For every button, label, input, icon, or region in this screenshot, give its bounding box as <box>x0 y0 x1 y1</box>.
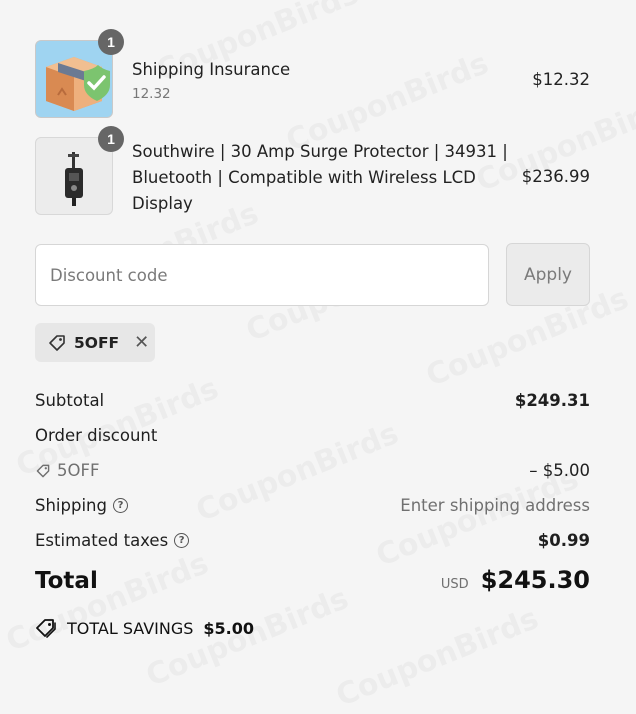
quantity-badge: 1 <box>98 29 124 55</box>
product-thumbnail: 1 <box>35 29 124 118</box>
surge-protector-icon <box>65 152 83 206</box>
item-title-line: Bluetooth | Compatible with Wireless LCD <box>132 168 476 187</box>
subtotal-value: $249.31 <box>514 391 590 410</box>
shipping-label: Shipping <box>35 496 107 515</box>
item-price: $236.99 <box>521 167 590 186</box>
subtotal-label: Subtotal <box>35 391 105 410</box>
subtotal-row: Subtotal $249.31 <box>35 391 590 415</box>
help-icon[interactable]: ? <box>112 498 128 513</box>
total-savings: TOTAL SAVINGS $5.00 <box>35 617 254 639</box>
tag-icon <box>49 334 65 351</box>
total-label: Total <box>35 568 98 594</box>
savings-label: TOTAL SAVINGS <box>67 618 194 638</box>
item-price: $12.32 <box>532 70 590 89</box>
discount-code-input[interactable] <box>35 244 489 306</box>
remove-discount-icon[interactable]: ✕ <box>134 332 149 353</box>
line-item: 1 Southwire | 30 Amp Surge Protector | 3… <box>35 126 590 217</box>
shipping-row: Shipping ? Enter shipping address <box>35 496 590 520</box>
taxes-label: Estimated taxes <box>35 531 169 550</box>
item-title: Southwire | 30 Amp Surge Protector | 349… <box>132 139 508 217</box>
watermark: CouponBirds <box>331 601 543 714</box>
savings-value: $5.00 <box>203 618 255 638</box>
currency-code: USD <box>440 577 469 592</box>
item-title-line: Display <box>132 194 193 213</box>
order-discount-label: Order discount <box>35 426 158 445</box>
apply-button[interactable]: Apply <box>506 243 590 306</box>
discount-line-row: 5OFF – $5.00 <box>35 461 590 485</box>
discount-code-label: 5OFF <box>57 461 100 480</box>
line-item: 1 Shipping Insurance 12.32 $12.32 <box>35 29 590 120</box>
order-discount-row: Order discount <box>35 426 590 450</box>
taxes-row: Estimated taxes ? $0.99 <box>35 531 590 555</box>
applied-discount-chip: 5OFF ✕ <box>35 323 155 362</box>
discount-value: – $5.00 <box>529 461 590 480</box>
package-shield-icon <box>46 57 110 111</box>
item-subtitle: 12.32 <box>132 86 171 102</box>
taxes-value: $0.99 <box>537 531 590 550</box>
item-title-line: Southwire | 30 Amp Surge Protector | 349… <box>132 142 508 161</box>
tag-icon <box>36 464 50 477</box>
savings-tag-icon <box>36 619 56 638</box>
shipping-value: Enter shipping address <box>400 496 590 515</box>
quantity-badge: 1 <box>98 126 124 152</box>
help-icon[interactable]: ? <box>174 533 190 548</box>
product-thumbnail: 1 <box>35 126 124 215</box>
total-amount: USD $245.30 <box>441 566 590 594</box>
applied-code-label: 5OFF <box>74 333 120 352</box>
total-value: $245.30 <box>480 566 590 594</box>
item-title: Shipping Insurance <box>132 60 291 79</box>
watermark: CouponBirds <box>1 546 213 659</box>
